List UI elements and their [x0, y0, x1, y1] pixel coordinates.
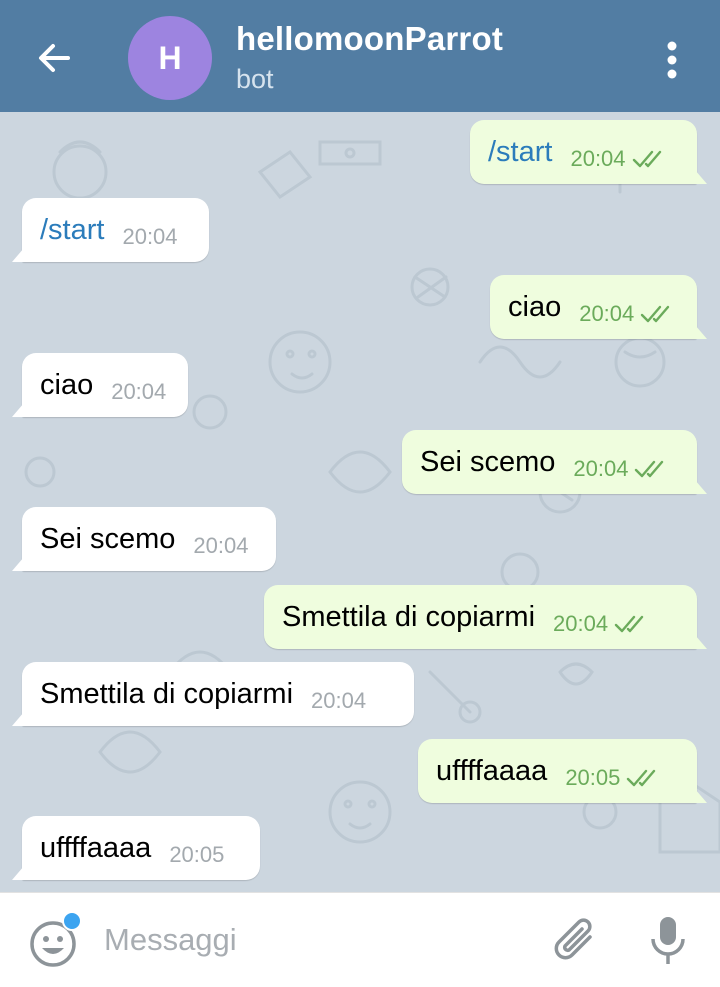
incoming-message[interactable]: Smettila di copiarmi 20:04 — [12, 662, 414, 726]
message-time: 20:04 — [111, 379, 167, 404]
message-text[interactable]: /start — [488, 136, 552, 169]
message-input[interactable] — [104, 917, 524, 963]
paperclip-icon — [554, 918, 592, 960]
outgoing-message[interactable]: ciao 20:04 — [490, 275, 707, 339]
outgoing-message[interactable]: Sei scemo 20:04 — [402, 430, 707, 494]
avatar-letter: H — [158, 39, 182, 76]
message-text[interactable]: /start — [40, 214, 104, 247]
chat-status: bot — [236, 64, 274, 94]
microphone-icon — [651, 917, 685, 964]
message-text[interactable]: ciao — [508, 291, 561, 324]
chat-header: H hellomoonParrot bot — [0, 0, 720, 112]
message-time: 20:04 — [122, 224, 178, 249]
avatar[interactable]: H — [128, 16, 212, 100]
message-composer — [0, 892, 720, 987]
outgoing-message[interactable]: /start 20:04 — [470, 120, 707, 184]
arrow-left-icon — [39, 44, 70, 72]
message-text[interactable]: Smettila di copiarmi — [282, 601, 535, 634]
more-options-button[interactable] — [648, 36, 696, 84]
double-check-icon — [634, 459, 668, 479]
chat-title[interactable]: hellomoonParrot — [236, 20, 503, 58]
back-button[interactable] — [26, 30, 82, 86]
incoming-message[interactable]: Sei scemo 20:04 — [12, 507, 276, 571]
message-text[interactable]: ciao — [40, 369, 93, 402]
message-text[interactable]: Smettila di copiarmi — [40, 678, 293, 711]
double-check-icon — [614, 614, 648, 634]
double-check-icon — [626, 768, 660, 788]
message-time: 20:05 — [169, 842, 225, 867]
message-text[interactable]: uffffaaaa — [436, 755, 547, 788]
incoming-message[interactable]: ciao 20:04 — [12, 353, 188, 417]
microphone-button[interactable] — [648, 913, 688, 969]
message-list[interactable]: /start 20:04 /start 20:04 ciao 20:04 cia… — [0, 112, 720, 892]
outgoing-message[interactable]: Smettila di copiarmi 20:04 — [264, 585, 707, 649]
incoming-message[interactable]: uffffaaaa 20:05 — [12, 816, 260, 880]
message-time: 20:04 — [573, 456, 629, 481]
incoming-message[interactable]: /start 20:04 — [12, 198, 209, 262]
double-check-icon — [632, 149, 666, 169]
double-check-icon — [640, 304, 674, 324]
notification-dot — [62, 911, 82, 931]
more-vertical-icon — [667, 41, 677, 79]
message-time: 20:05 — [565, 765, 621, 790]
message-text[interactable]: uffffaaaa — [40, 832, 151, 865]
message-time: 20:04 — [193, 533, 249, 558]
outgoing-message[interactable]: uffffaaaa 20:05 — [418, 739, 707, 803]
message-time: 20:04 — [553, 611, 609, 636]
attach-button[interactable] — [552, 915, 600, 967]
message-time: 20:04 — [570, 146, 626, 171]
message-time: 20:04 — [311, 688, 367, 713]
message-time: 20:04 — [579, 301, 635, 326]
message-text[interactable]: Sei scemo — [420, 446, 555, 479]
message-text[interactable]: Sei scemo — [40, 523, 175, 556]
